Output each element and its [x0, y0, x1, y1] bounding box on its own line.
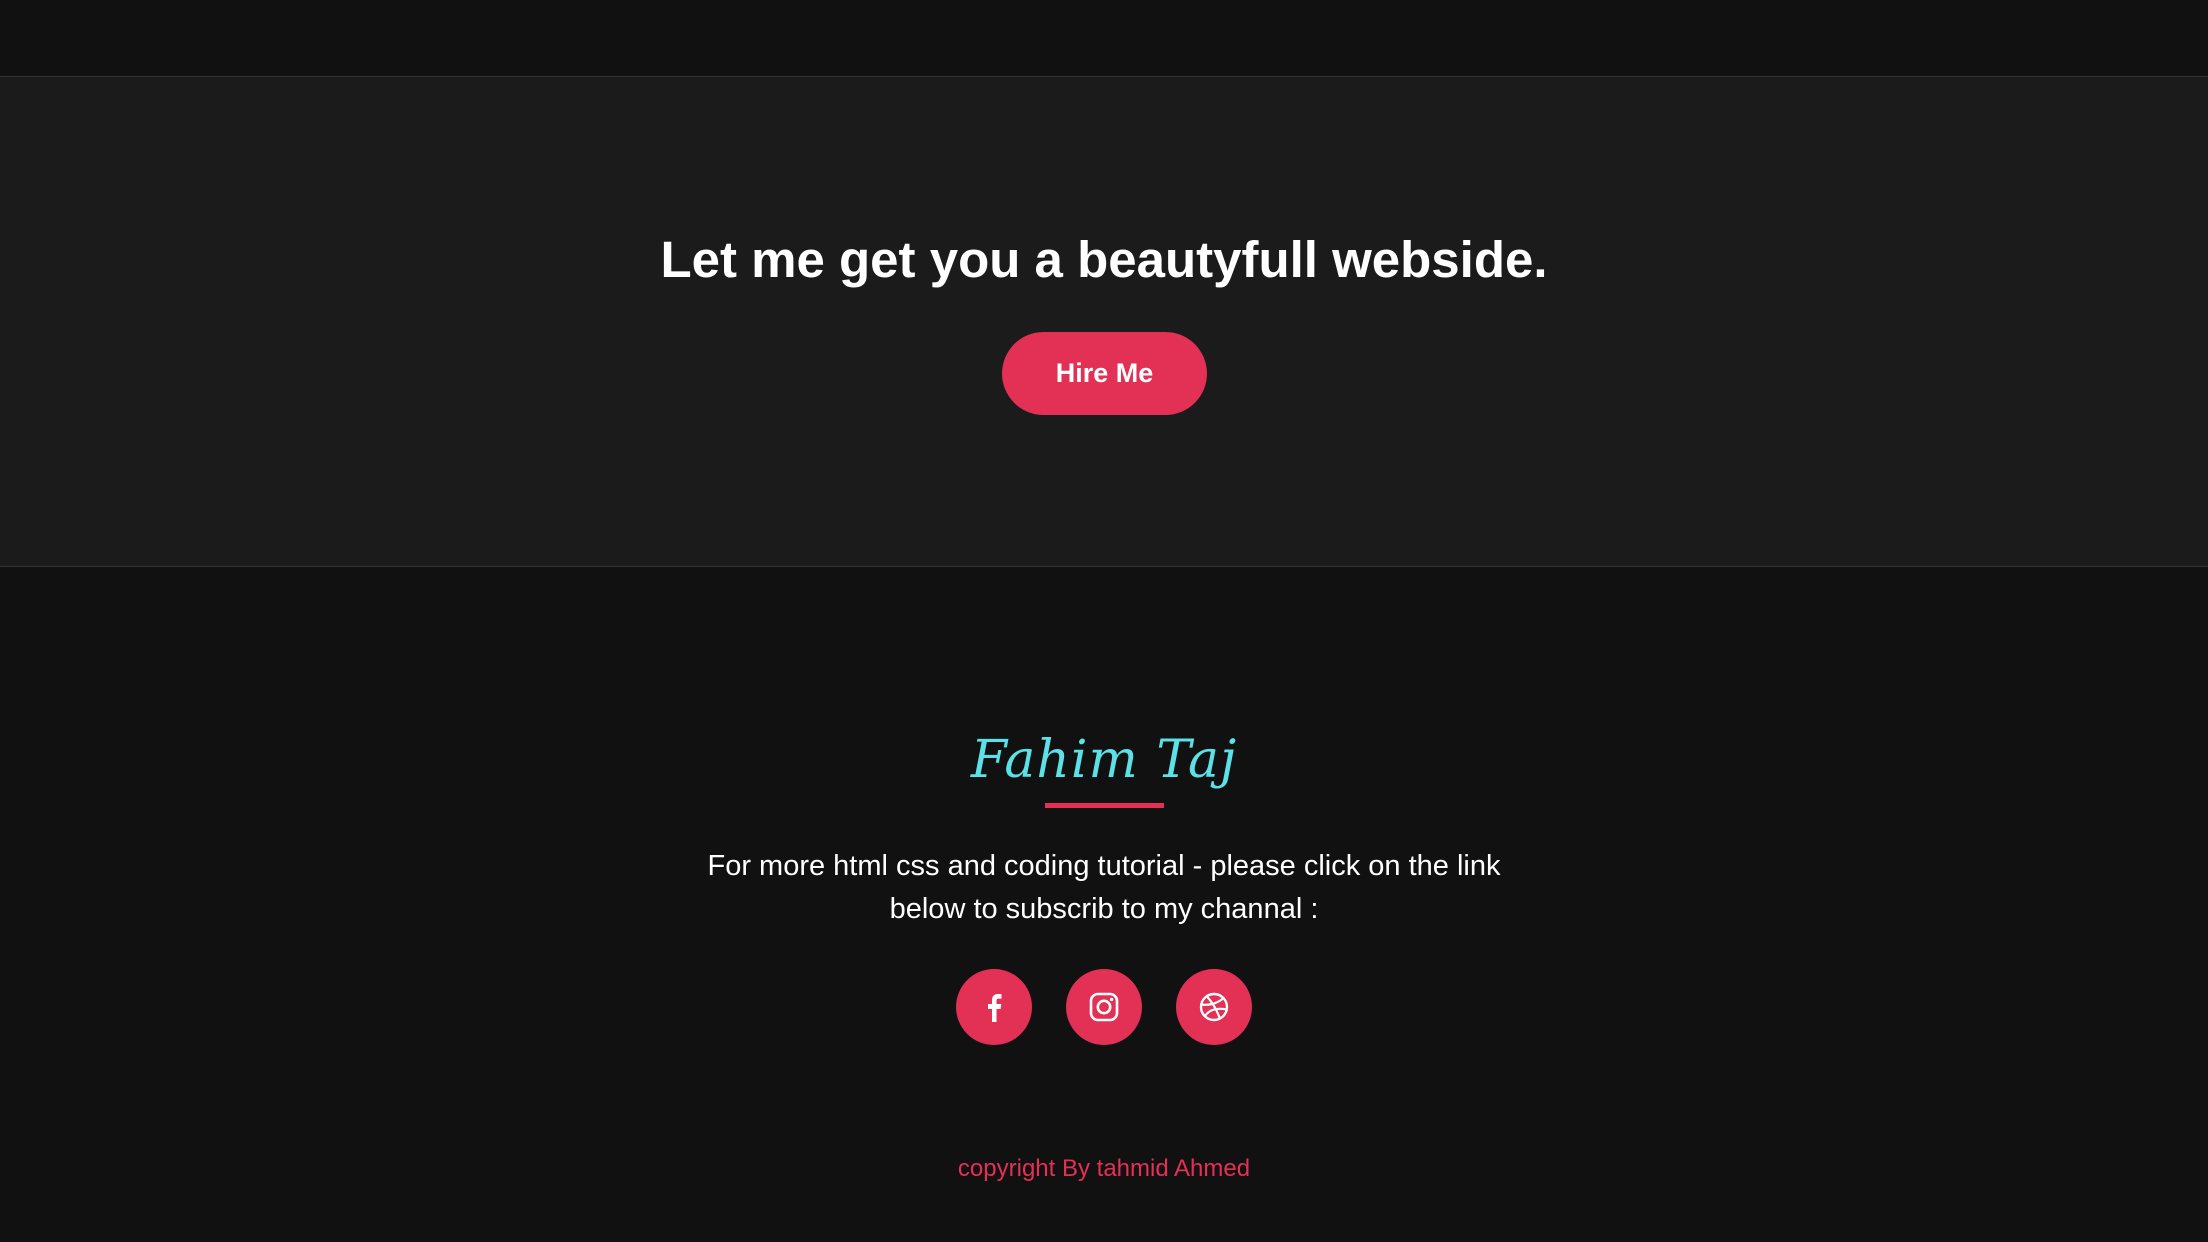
copyright-text: copyright By tahmid Ahmed	[957, 1155, 1251, 1182]
top-navbar	[0, 0, 2208, 77]
facebook-icon	[988, 994, 1002, 1022]
hire-me-button[interactable]: Hire Me	[1002, 332, 1207, 415]
instagram-link[interactable]	[1066, 969, 1142, 1045]
footer-description: For more html css and coding tutorial - …	[707, 850, 1501, 925]
dribbble-link[interactable]	[1176, 969, 1252, 1045]
instagram-icon	[1089, 992, 1119, 1022]
hero-title: Let me get you a beautyfull webside.	[660, 231, 1548, 288]
facebook-link[interactable]	[956, 969, 1032, 1045]
signature-underline	[1045, 803, 1164, 808]
dribbble-icon	[1199, 992, 1229, 1022]
signature-logo: Fahim Taj	[970, 730, 1238, 790]
hero-section	[0, 77, 2208, 567]
